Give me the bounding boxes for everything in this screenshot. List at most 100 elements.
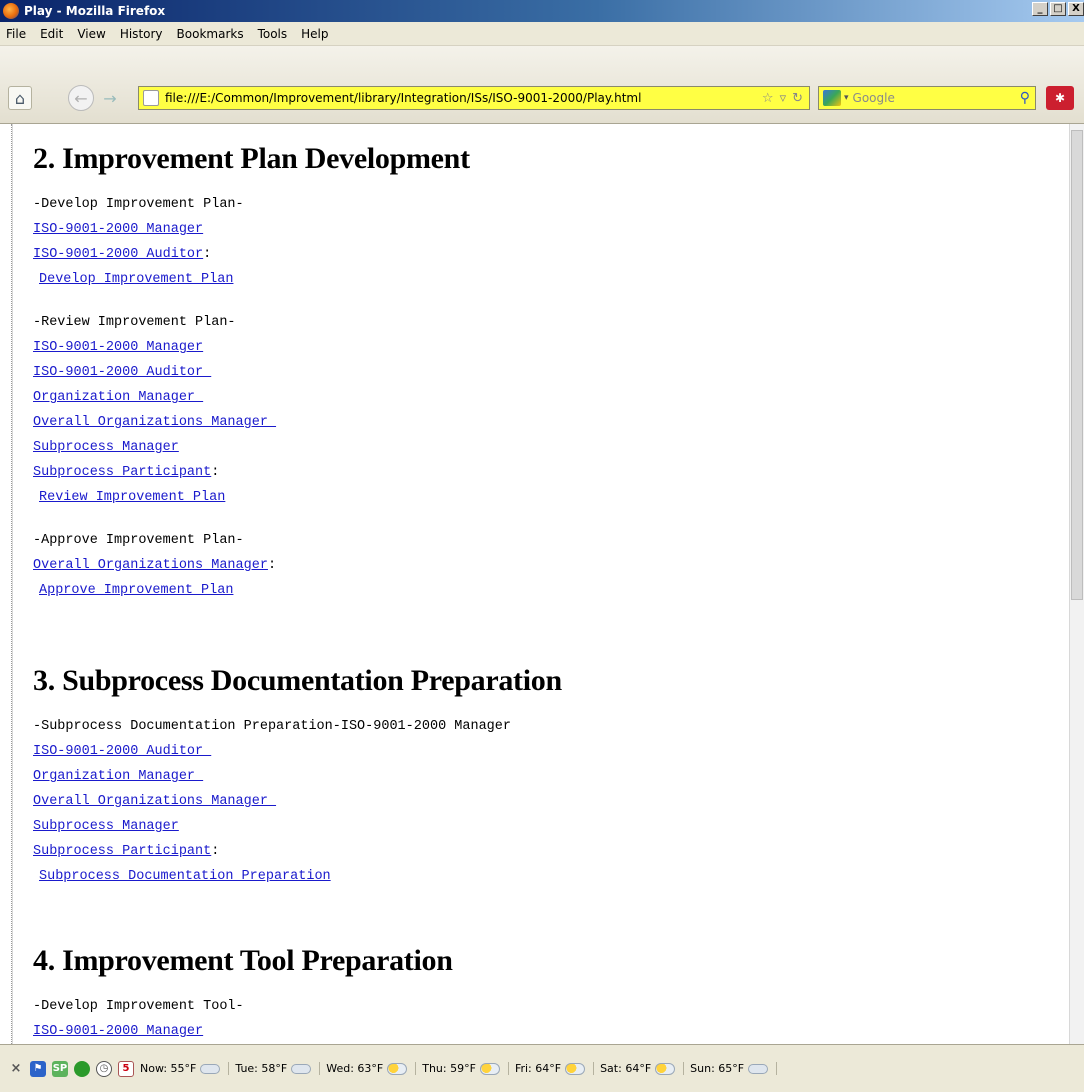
role-link[interactable]: ISO-9001-2000 Manager	[33, 340, 203, 355]
forward-button[interactable]: →	[98, 86, 122, 110]
role-link[interactable]: Subprocess Manager	[33, 440, 179, 455]
role-link[interactable]: Overall Organizations Manager	[33, 415, 276, 430]
role-link-line: Overall Organizations Manager	[33, 414, 276, 432]
activity-link[interactable]: Approve Improvement Plan	[39, 583, 233, 598]
activity-link[interactable]: Subprocess Documentation Preparation	[39, 869, 331, 884]
title-bar: Play - Mozilla Firefox _ □ X	[0, 0, 1084, 22]
address-bar[interactable]: file:///E:/Common/Improvement/library/In…	[138, 86, 810, 110]
role-link[interactable]: Subprocess Participant	[33, 844, 211, 859]
activity-link-line: Develop Improvement Plan	[39, 271, 233, 289]
home-button[interactable]: ⌂	[8, 86, 32, 110]
role-link-line: ISO-9001-2000 Manager	[33, 1023, 203, 1041]
back-arrow-icon: ←	[74, 88, 88, 108]
weather-label: Thu: 59°F	[422, 1062, 476, 1075]
engine-dropdown-icon[interactable]: ▾	[844, 93, 849, 103]
weather-item[interactable]: Sat: 64°F	[600, 1062, 685, 1075]
url-text[interactable]: file:///E:/Common/Improvement/library/In…	[165, 91, 756, 105]
menu-file[interactable]: File	[6, 27, 26, 41]
weather-item[interactable]: Wed: 63°F	[326, 1062, 417, 1075]
forward-arrow-icon: →	[103, 88, 117, 108]
addon-icon: ✱	[1054, 91, 1066, 105]
role-link-line: Subprocess Participant:	[33, 464, 219, 482]
activity-heading-text: -Develop Improvement Plan-	[33, 197, 244, 212]
weather-item[interactable]: Fri: 64°F	[514, 1062, 595, 1075]
role-link[interactable]: Overall Organizations Manager	[33, 794, 276, 809]
clock-icon[interactable]: ◷	[96, 1060, 112, 1077]
activity-heading-text: -Review Improvement Plan-	[33, 315, 236, 330]
activity-heading: -Subprocess Documentation Preparation-IS…	[33, 718, 511, 736]
section-title: 2. Improvement Plan Development	[33, 142, 470, 175]
weather-label: Fri: 64°F	[514, 1062, 562, 1075]
menu-history[interactable]: History	[120, 27, 163, 41]
page-content: 2. Improvement Plan Development -Develop…	[12, 124, 1070, 1044]
green-status-icon[interactable]	[74, 1060, 90, 1077]
weather-item[interactable]: Now: 55°F	[140, 1062, 230, 1075]
role-link[interactable]: ISO-9001-2000 Auditor	[33, 365, 211, 380]
window-controls: _ □ X	[1030, 2, 1084, 16]
sidebar-gutter	[0, 124, 12, 1044]
page-icon	[143, 90, 159, 106]
partly-cloudy-icon	[565, 1062, 586, 1075]
url-bar-icons: ☆ ▿ ↻	[756, 91, 803, 106]
role-link-line: Organization Manager	[33, 768, 203, 786]
cloud-icon	[748, 1063, 769, 1074]
menu-view[interactable]: View	[77, 27, 105, 41]
weather-item[interactable]: Tue: 58°F	[235, 1062, 321, 1075]
close-button[interactable]: X	[1068, 2, 1084, 16]
weather-label: Sun: 65°F	[690, 1062, 745, 1075]
partly-cloudy-icon	[479, 1062, 500, 1075]
minimize-button[interactable]: _	[1032, 2, 1048, 16]
colon-suffix: :	[211, 844, 220, 859]
colon-suffix: :	[203, 247, 212, 262]
window-title: Play - Mozilla Firefox	[24, 4, 166, 18]
activity-heading-text: -Subprocess Documentation Preparation-IS…	[33, 719, 511, 734]
role-link[interactable]: Organization Manager	[33, 390, 203, 405]
addon-button[interactable]: ✱	[1046, 86, 1074, 110]
weather-forecast: Now: 55°F Tue: 58°F Wed: 63°F Thu: 59°F Fri:…	[140, 1062, 783, 1075]
colon-suffix: :	[267, 558, 277, 573]
role-link[interactable]: ISO-9001-2000 Manager	[33, 1024, 203, 1039]
sp-icon[interactable]: SP	[52, 1060, 68, 1077]
google-icon[interactable]	[823, 90, 841, 106]
activity-heading-text: -Develop Improvement Tool-	[33, 999, 244, 1014]
maximize-button[interactable]: □	[1050, 2, 1066, 16]
role-link[interactable]: ISO-9001-2000 Manager	[33, 222, 203, 237]
activity-link-line: Approve Improvement Plan	[39, 582, 233, 600]
search-icon[interactable]: ⚲	[1020, 90, 1030, 106]
activity-link[interactable]: Develop Improvement Plan	[39, 272, 233, 287]
role-link[interactable]: ISO-9001-2000 Auditor	[33, 744, 211, 759]
menu-bar: File Edit View History Bookmarks Tools H…	[0, 22, 1084, 46]
close-icon[interactable]: ×	[8, 1061, 24, 1077]
calendar-icon[interactable]: 5	[118, 1060, 134, 1077]
activity-heading: -Develop Improvement Tool-	[33, 998, 244, 1016]
weather-item[interactable]: Thu: 59°F	[422, 1062, 509, 1075]
weather-item[interactable]: Sun: 65°F	[690, 1062, 778, 1075]
role-link-line: Overall Organizations Manager	[33, 793, 276, 811]
role-link[interactable]: ISO-9001-2000 Auditor	[33, 247, 203, 262]
search-bar[interactable]: ▾ Google ⚲	[818, 86, 1036, 110]
scrollbar-thumb[interactable]	[1071, 130, 1083, 600]
activity-link-line: Review Improvement Plan	[39, 489, 225, 507]
dropdown-arrow-icon[interactable]: ▿	[780, 91, 787, 106]
extension-icon[interactable]: ⚑	[30, 1060, 46, 1077]
activity-link[interactable]: Review Improvement Plan	[39, 490, 225, 505]
role-link-line: ISO-9001-2000 Manager	[33, 221, 203, 239]
menu-tools[interactable]: Tools	[258, 27, 288, 41]
activity-heading: -Approve Improvement Plan-	[33, 532, 244, 550]
star-icon[interactable]: ☆	[762, 91, 774, 106]
role-link-line: ISO-9001-2000 Auditor:	[33, 246, 211, 264]
role-link[interactable]: Subprocess Manager	[33, 819, 179, 834]
back-button[interactable]: ←	[68, 85, 94, 111]
menu-edit[interactable]: Edit	[40, 27, 63, 41]
search-input[interactable]: Google	[853, 91, 1020, 105]
reload-icon[interactable]: ↻	[792, 91, 803, 106]
role-link-line: Organization Manager	[33, 389, 203, 407]
menu-bookmarks[interactable]: Bookmarks	[177, 27, 244, 41]
role-link-line: Subprocess Manager	[33, 439, 179, 457]
role-link[interactable]: Subprocess Participant	[33, 465, 211, 480]
role-link[interactable]: Overall Organizations Manager	[33, 558, 268, 573]
weather-label: Sat: 64°F	[600, 1062, 652, 1075]
menu-help[interactable]: Help	[301, 27, 328, 41]
activity-link-line: Subprocess Documentation Preparation	[39, 868, 331, 886]
role-link[interactable]: Organization Manager	[33, 769, 203, 784]
